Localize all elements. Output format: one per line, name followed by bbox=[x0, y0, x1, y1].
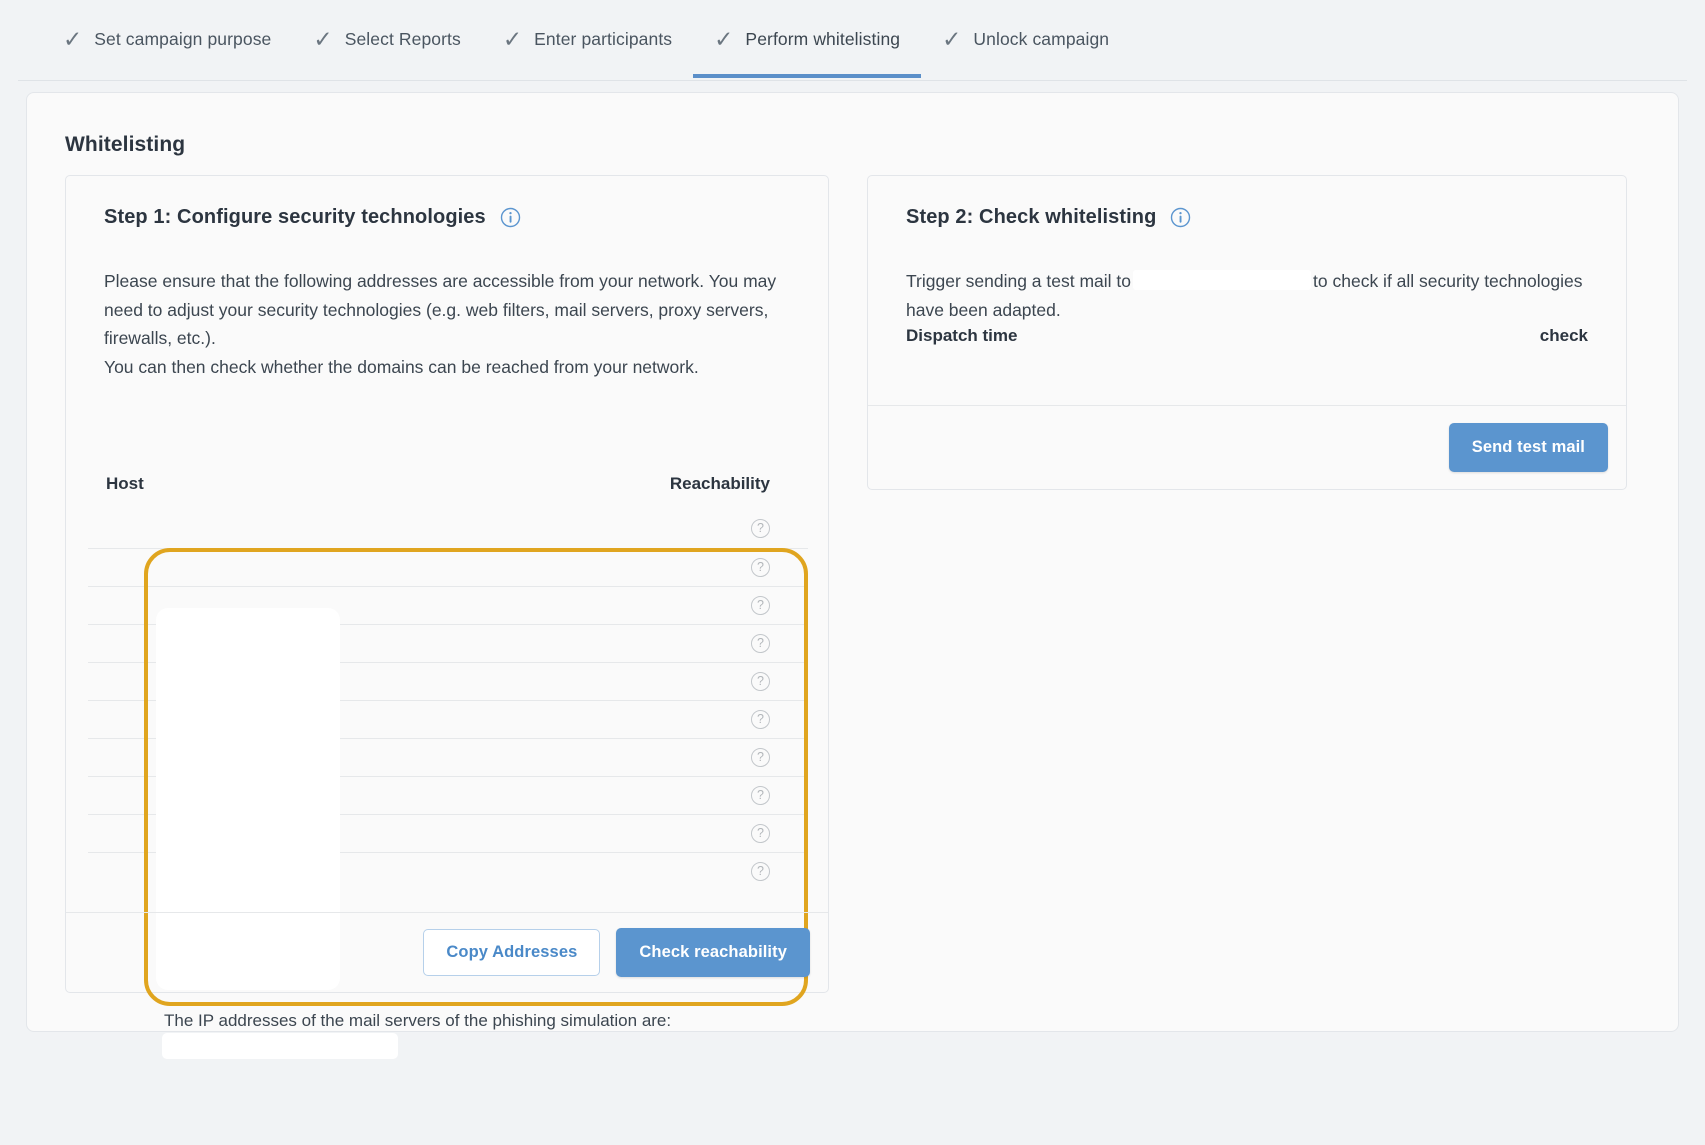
wizard-step-label: Unlock campaign bbox=[973, 28, 1110, 49]
host-cell bbox=[88, 775, 320, 814]
wizard-step-set-campaign-purpose[interactable]: ✓ Set campaign purpose bbox=[42, 0, 292, 78]
check-reachability-button[interactable]: Check reachability bbox=[616, 928, 810, 977]
reachability-cell: ? bbox=[319, 547, 808, 586]
reachability-cell: ? bbox=[319, 737, 808, 776]
host-table-wrapper: Host Reachability ? ? ? ? ? ? ? ? ? ? bbox=[88, 466, 808, 890]
step1-paragraph-1: Please ensure that the following address… bbox=[104, 271, 777, 348]
host-cell bbox=[88, 585, 320, 624]
step2-heading: Step 2: Check whitelisting bbox=[906, 206, 1626, 229]
reachability-cell: ? bbox=[319, 775, 808, 814]
recipient-redaction bbox=[1133, 270, 1312, 290]
table-row[interactable]: ? bbox=[88, 623, 808, 662]
column-header-dispatch-time: Dispatch time bbox=[906, 326, 1018, 345]
table-row[interactable]: ? bbox=[88, 813, 808, 852]
question-mark-icon[interactable]: ? bbox=[751, 861, 770, 881]
host-cell bbox=[88, 510, 319, 548]
table-row[interactable]: ? bbox=[88, 510, 808, 548]
step1-heading: Step 1: Configure security technologies bbox=[104, 206, 828, 229]
ip-addresses-note: The IP addresses of the mail servers of … bbox=[164, 1011, 672, 1030]
host-table-body: ? ? ? ? ? ? ? ? ? ? bbox=[88, 510, 808, 890]
question-mark-icon[interactable]: ? bbox=[751, 633, 770, 653]
question-mark-icon[interactable]: ? bbox=[751, 519, 770, 539]
dispatch-table-header: Dispatch time check bbox=[906, 326, 1588, 346]
whitelisting-page-card: Whitelisting Step 1: Configure security … bbox=[26, 92, 1679, 1059]
wizard-step-select-reports[interactable]: ✓ Select Reports bbox=[292, 0, 481, 78]
check-icon: ✓ bbox=[942, 25, 962, 52]
question-mark-icon[interactable]: ? bbox=[751, 823, 770, 843]
reachability-cell: ? bbox=[319, 510, 808, 548]
wizard-step-perform-whitelisting[interactable]: ✓ Perform whitelisting bbox=[693, 0, 922, 78]
wizard-step-bar: ✓ Set campaign purpose ✓ Select Reports … bbox=[0, 0, 1705, 81]
table-row[interactable]: ? bbox=[88, 737, 808, 776]
wizard-step-label: Perform whitelisting bbox=[745, 28, 901, 49]
table-row[interactable]: ? bbox=[88, 851, 808, 890]
column-header-host: Host bbox=[106, 474, 144, 493]
step2-footer: Send test mail bbox=[868, 405, 1626, 489]
wizard-step-unlock-campaign[interactable]: ✓ Unlock campaign bbox=[921, 0, 1130, 78]
info-circle-icon[interactable] bbox=[500, 207, 521, 228]
check-icon: ✓ bbox=[714, 25, 734, 52]
step1-heading-text: Step 1: Configure security technologies bbox=[104, 206, 486, 228]
page-title: Whitelisting bbox=[65, 133, 186, 156]
question-mark-icon[interactable]: ? bbox=[751, 747, 770, 767]
reachability-cell: ? bbox=[319, 699, 808, 738]
reachability-cell: ? bbox=[319, 851, 808, 890]
question-mark-icon[interactable]: ? bbox=[751, 671, 770, 691]
wizard-step-label: Enter participants bbox=[534, 28, 673, 49]
table-row[interactable]: ? bbox=[88, 585, 808, 624]
table-row[interactable]: ? bbox=[88, 775, 808, 814]
check-icon: ✓ bbox=[63, 25, 83, 52]
step2-panel: Step 2: Check whitelisting Trigger sendi… bbox=[867, 175, 1627, 490]
step1-description: Please ensure that the following address… bbox=[104, 267, 790, 381]
question-mark-icon[interactable]: ? bbox=[751, 709, 770, 729]
reachability-cell: ? bbox=[319, 813, 808, 852]
column-header-check: check bbox=[1539, 326, 1588, 345]
send-test-mail-button[interactable]: Send test mail bbox=[1448, 423, 1608, 472]
host-table-head: Host Reachability bbox=[88, 466, 808, 510]
host-cell bbox=[88, 661, 320, 700]
wizard-divider bbox=[18, 80, 1687, 81]
step1-footer: Copy Addresses Check reachability bbox=[66, 912, 828, 992]
check-icon: ✓ bbox=[313, 25, 333, 52]
copy-addresses-button[interactable]: Copy Addresses bbox=[423, 929, 601, 976]
host-cell bbox=[88, 851, 320, 890]
step2-heading-text: Step 2: Check whitelisting bbox=[906, 206, 1157, 228]
question-mark-icon[interactable]: ? bbox=[751, 595, 770, 615]
question-mark-icon[interactable]: ? bbox=[751, 785, 770, 805]
column-header-reachability: Reachability bbox=[669, 474, 770, 493]
host-cell bbox=[88, 547, 320, 586]
table-row[interactable]: ? bbox=[88, 699, 808, 738]
wizard-step-list: ✓ Set campaign purpose ✓ Select Reports … bbox=[0, 0, 1705, 78]
wizard-step-label: Set campaign purpose bbox=[94, 28, 272, 49]
step2-description: Trigger sending a test mail to to check i… bbox=[906, 267, 1588, 324]
table-row[interactable]: ? bbox=[88, 661, 808, 700]
step1-panel: Step 1: Configure security technologies … bbox=[65, 175, 829, 1059]
host-table: Host Reachability ? ? ? ? ? ? ? ? ? ? bbox=[88, 466, 808, 890]
host-cell bbox=[88, 813, 320, 852]
step1-paragraph-2: You can then check whether the domains c… bbox=[104, 356, 699, 377]
reachability-cell: ? bbox=[319, 661, 808, 700]
reachability-cell: ? bbox=[319, 623, 808, 662]
host-cell bbox=[88, 737, 320, 776]
reachability-cell: ? bbox=[319, 585, 808, 624]
check-icon: ✓ bbox=[502, 25, 523, 52]
host-cell bbox=[88, 699, 320, 738]
ip-addresses-redaction bbox=[162, 1033, 398, 1059]
info-circle-icon[interactable] bbox=[1170, 207, 1191, 228]
wizard-step-label: Select Reports bbox=[344, 28, 461, 49]
step2-text-before: Trigger sending a test mail to bbox=[906, 271, 1132, 291]
table-row[interactable]: ? bbox=[88, 547, 808, 586]
host-table-header-row: Host Reachability bbox=[88, 466, 808, 510]
host-cell bbox=[88, 623, 320, 662]
wizard-step-enter-participants[interactable]: ✓ Enter participants bbox=[482, 0, 693, 78]
question-mark-icon[interactable]: ? bbox=[751, 557, 770, 577]
